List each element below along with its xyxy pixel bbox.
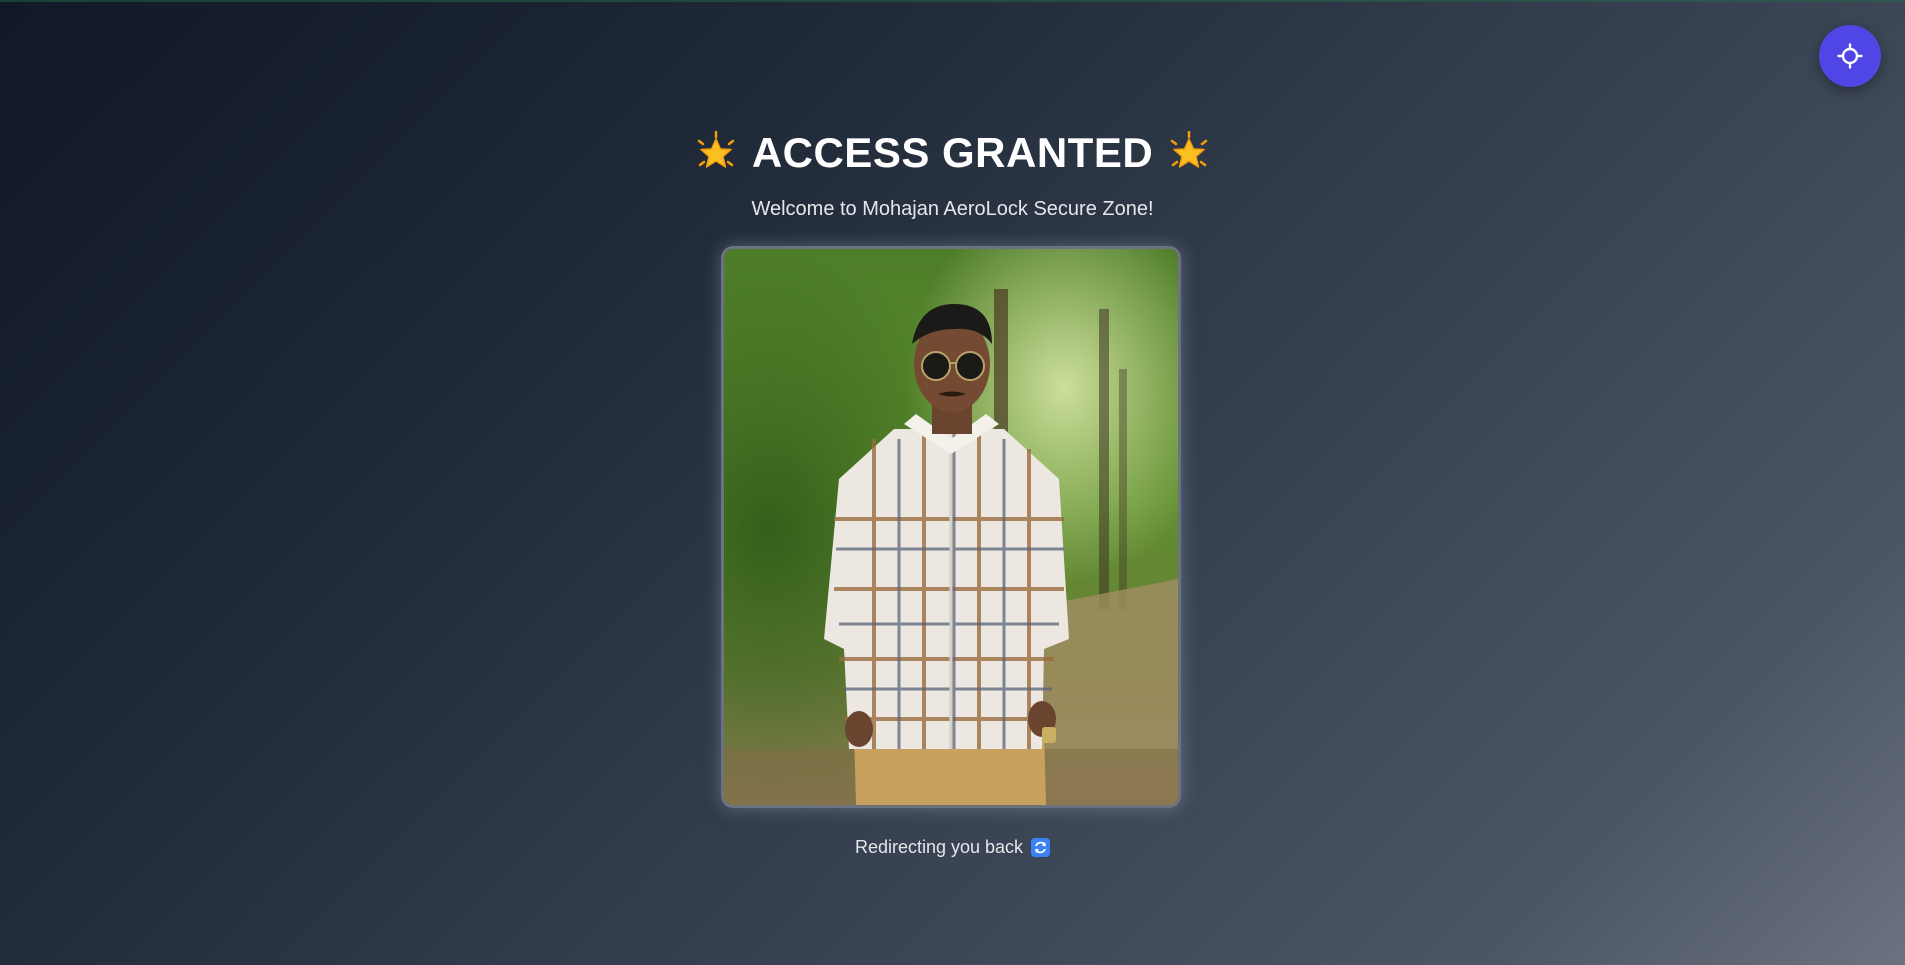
- page-title: ACCESS GRANTED: [751, 129, 1154, 176]
- top-accent-line: [0, 0, 1905, 2]
- redirect-text: Redirecting you back: [854, 837, 1024, 857]
- welcome-message: Welcome to Mohajan AeroLock Secure Zone!: [751, 198, 1154, 220]
- profile-photo: [721, 246, 1181, 808]
- sun-icon: [1837, 43, 1863, 69]
- person-portrait-photo: [724, 249, 1178, 805]
- page-heading: ACCESS GRANTED: [0, 128, 1905, 178]
- glowing-star-icon: [1170, 131, 1208, 168]
- redirect-status: Redirecting you back: [0, 835, 1905, 859]
- glowing-star-icon: [697, 131, 735, 168]
- theme-toggle-button[interactable]: [1819, 25, 1881, 87]
- refresh-arrows-icon: [1031, 837, 1051, 857]
